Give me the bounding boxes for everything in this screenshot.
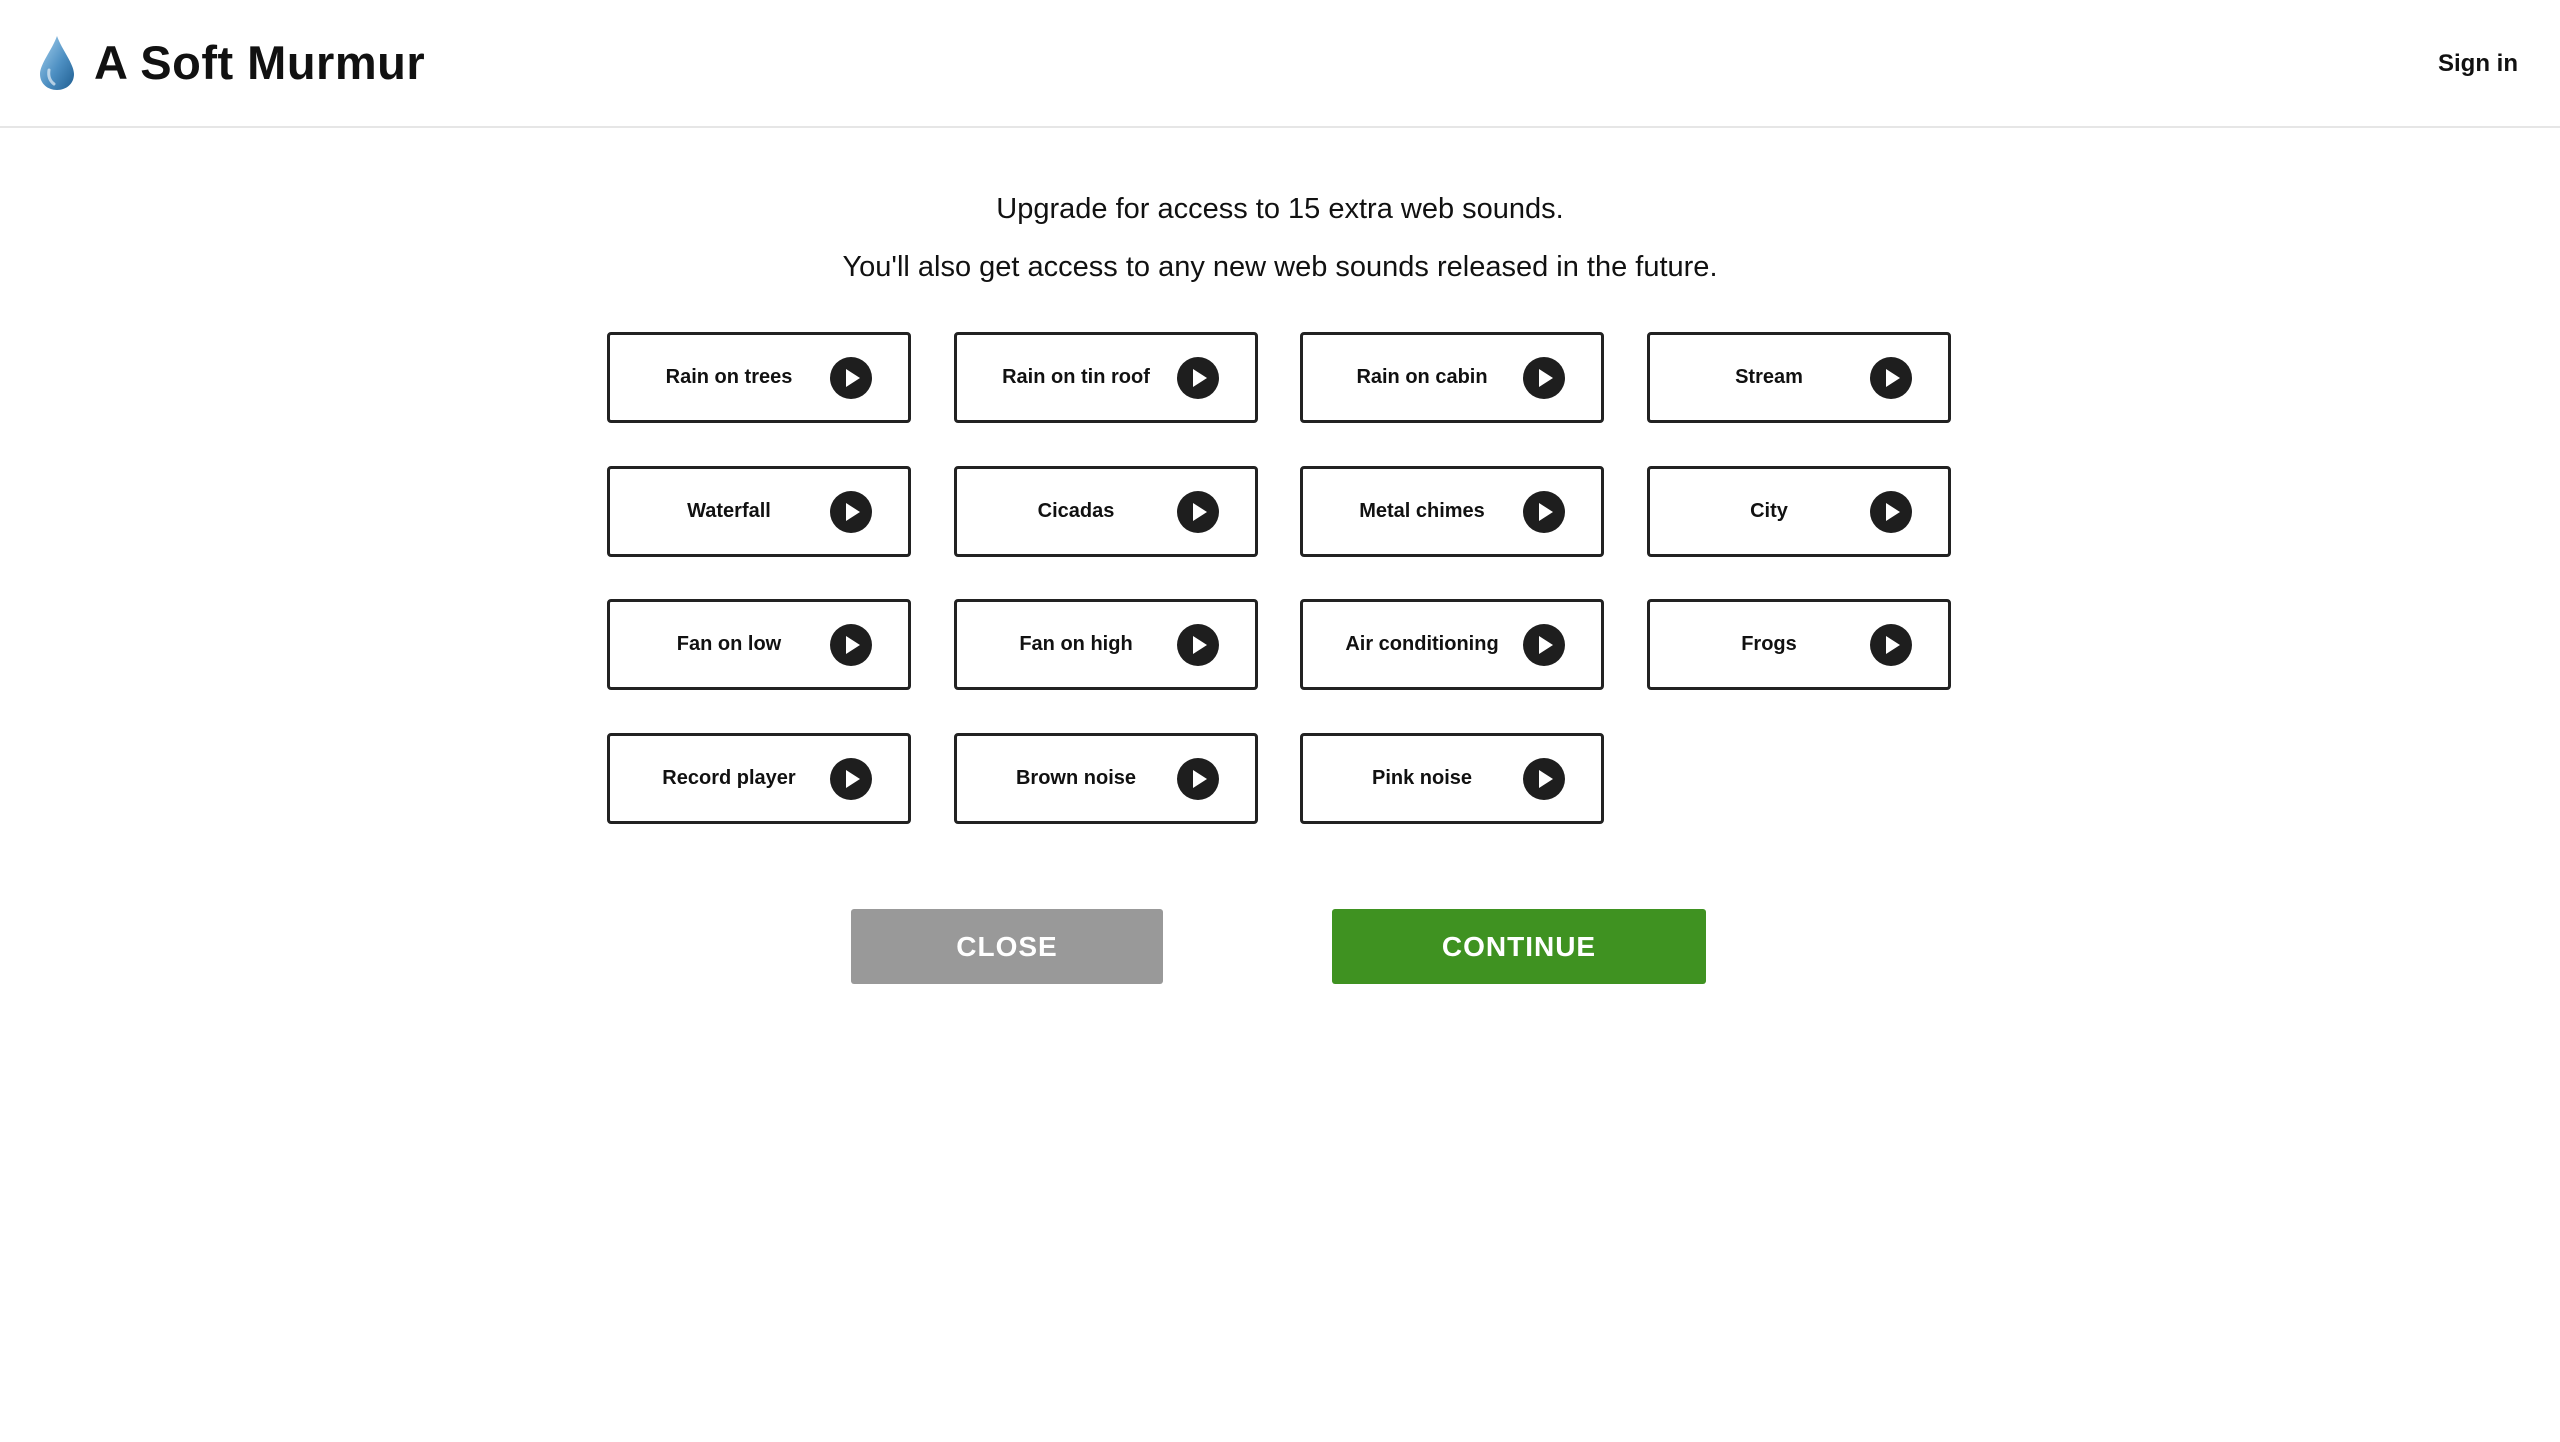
sound-tile[interactable]: Rain on trees xyxy=(607,332,911,423)
sound-label: Rain on trees xyxy=(665,366,793,388)
play-icon[interactable] xyxy=(1523,357,1565,399)
sound-tile[interactable]: Pink noise xyxy=(1300,733,1604,824)
sound-tile[interactable]: Frogs xyxy=(1647,599,1951,690)
continue-button[interactable]: CONTINUE xyxy=(1332,909,1706,984)
play-icon[interactable] xyxy=(1870,624,1912,666)
sound-tile[interactable]: Waterfall xyxy=(607,466,911,557)
sound-label: Air conditioning xyxy=(1345,633,1499,655)
sound-tile[interactable]: Stream xyxy=(1647,332,1951,423)
close-button[interactable]: CLOSE xyxy=(851,909,1163,984)
sound-label: Rain on tin roof xyxy=(1002,366,1150,388)
sound-label: Pink noise xyxy=(1371,767,1473,789)
sound-tile[interactable]: Rain on cabin xyxy=(1300,332,1604,423)
sound-tile[interactable]: Cicadas xyxy=(954,466,1258,557)
sound-tile[interactable]: Brown noise xyxy=(954,733,1258,824)
app-logo[interactable]: A Soft Murmur xyxy=(38,34,425,92)
sound-label: Frogs xyxy=(1741,633,1797,655)
play-icon[interactable] xyxy=(830,357,872,399)
water-drop-icon xyxy=(40,36,74,90)
sound-tile[interactable]: Record player xyxy=(607,733,911,824)
sound-tile[interactable]: Fan on low xyxy=(607,599,911,690)
play-icon[interactable] xyxy=(1523,624,1565,666)
sound-tile[interactable]: City xyxy=(1647,466,1951,557)
play-icon[interactable] xyxy=(830,624,872,666)
upgrade-subheadline: You'll also get access to any new web so… xyxy=(842,251,1718,283)
play-icon[interactable] xyxy=(1177,624,1219,666)
play-icon[interactable] xyxy=(830,758,872,800)
play-icon[interactable] xyxy=(1177,357,1219,399)
sound-label: City xyxy=(1750,500,1788,522)
top-bar: A Soft Murmur Sign in xyxy=(0,0,2560,128)
sound-label: Brown noise xyxy=(1015,767,1136,789)
app-title: A Soft Murmur xyxy=(94,36,426,89)
sound-label: Fan on high xyxy=(1019,633,1133,655)
play-icon[interactable] xyxy=(1870,357,1912,399)
sound-label: Stream xyxy=(1735,366,1803,388)
play-icon[interactable] xyxy=(1523,758,1565,800)
play-icon[interactable] xyxy=(1177,758,1219,800)
sound-label: Waterfall xyxy=(687,500,771,522)
upgrade-headline: Upgrade for access to 15 extra web sound… xyxy=(996,193,1564,225)
sound-tile[interactable]: Air conditioning xyxy=(1300,599,1604,690)
sound-tile[interactable]: Metal chimes xyxy=(1300,466,1604,557)
play-icon[interactable] xyxy=(1870,491,1912,533)
sound-tile[interactable]: Fan on high xyxy=(954,599,1258,690)
play-icon[interactable] xyxy=(1523,491,1565,533)
play-icon[interactable] xyxy=(1177,491,1219,533)
sound-label: Fan on low xyxy=(676,633,782,655)
sign-in-link[interactable]: Sign in xyxy=(2438,48,2518,80)
play-icon[interactable] xyxy=(830,491,872,533)
sound-label: Record player xyxy=(662,767,796,789)
sound-label: Rain on cabin xyxy=(1356,366,1488,388)
sound-label: Cicadas xyxy=(1037,500,1115,522)
sound-label: Metal chimes xyxy=(1359,500,1485,522)
sound-tile[interactable]: Rain on tin roof xyxy=(954,332,1258,423)
